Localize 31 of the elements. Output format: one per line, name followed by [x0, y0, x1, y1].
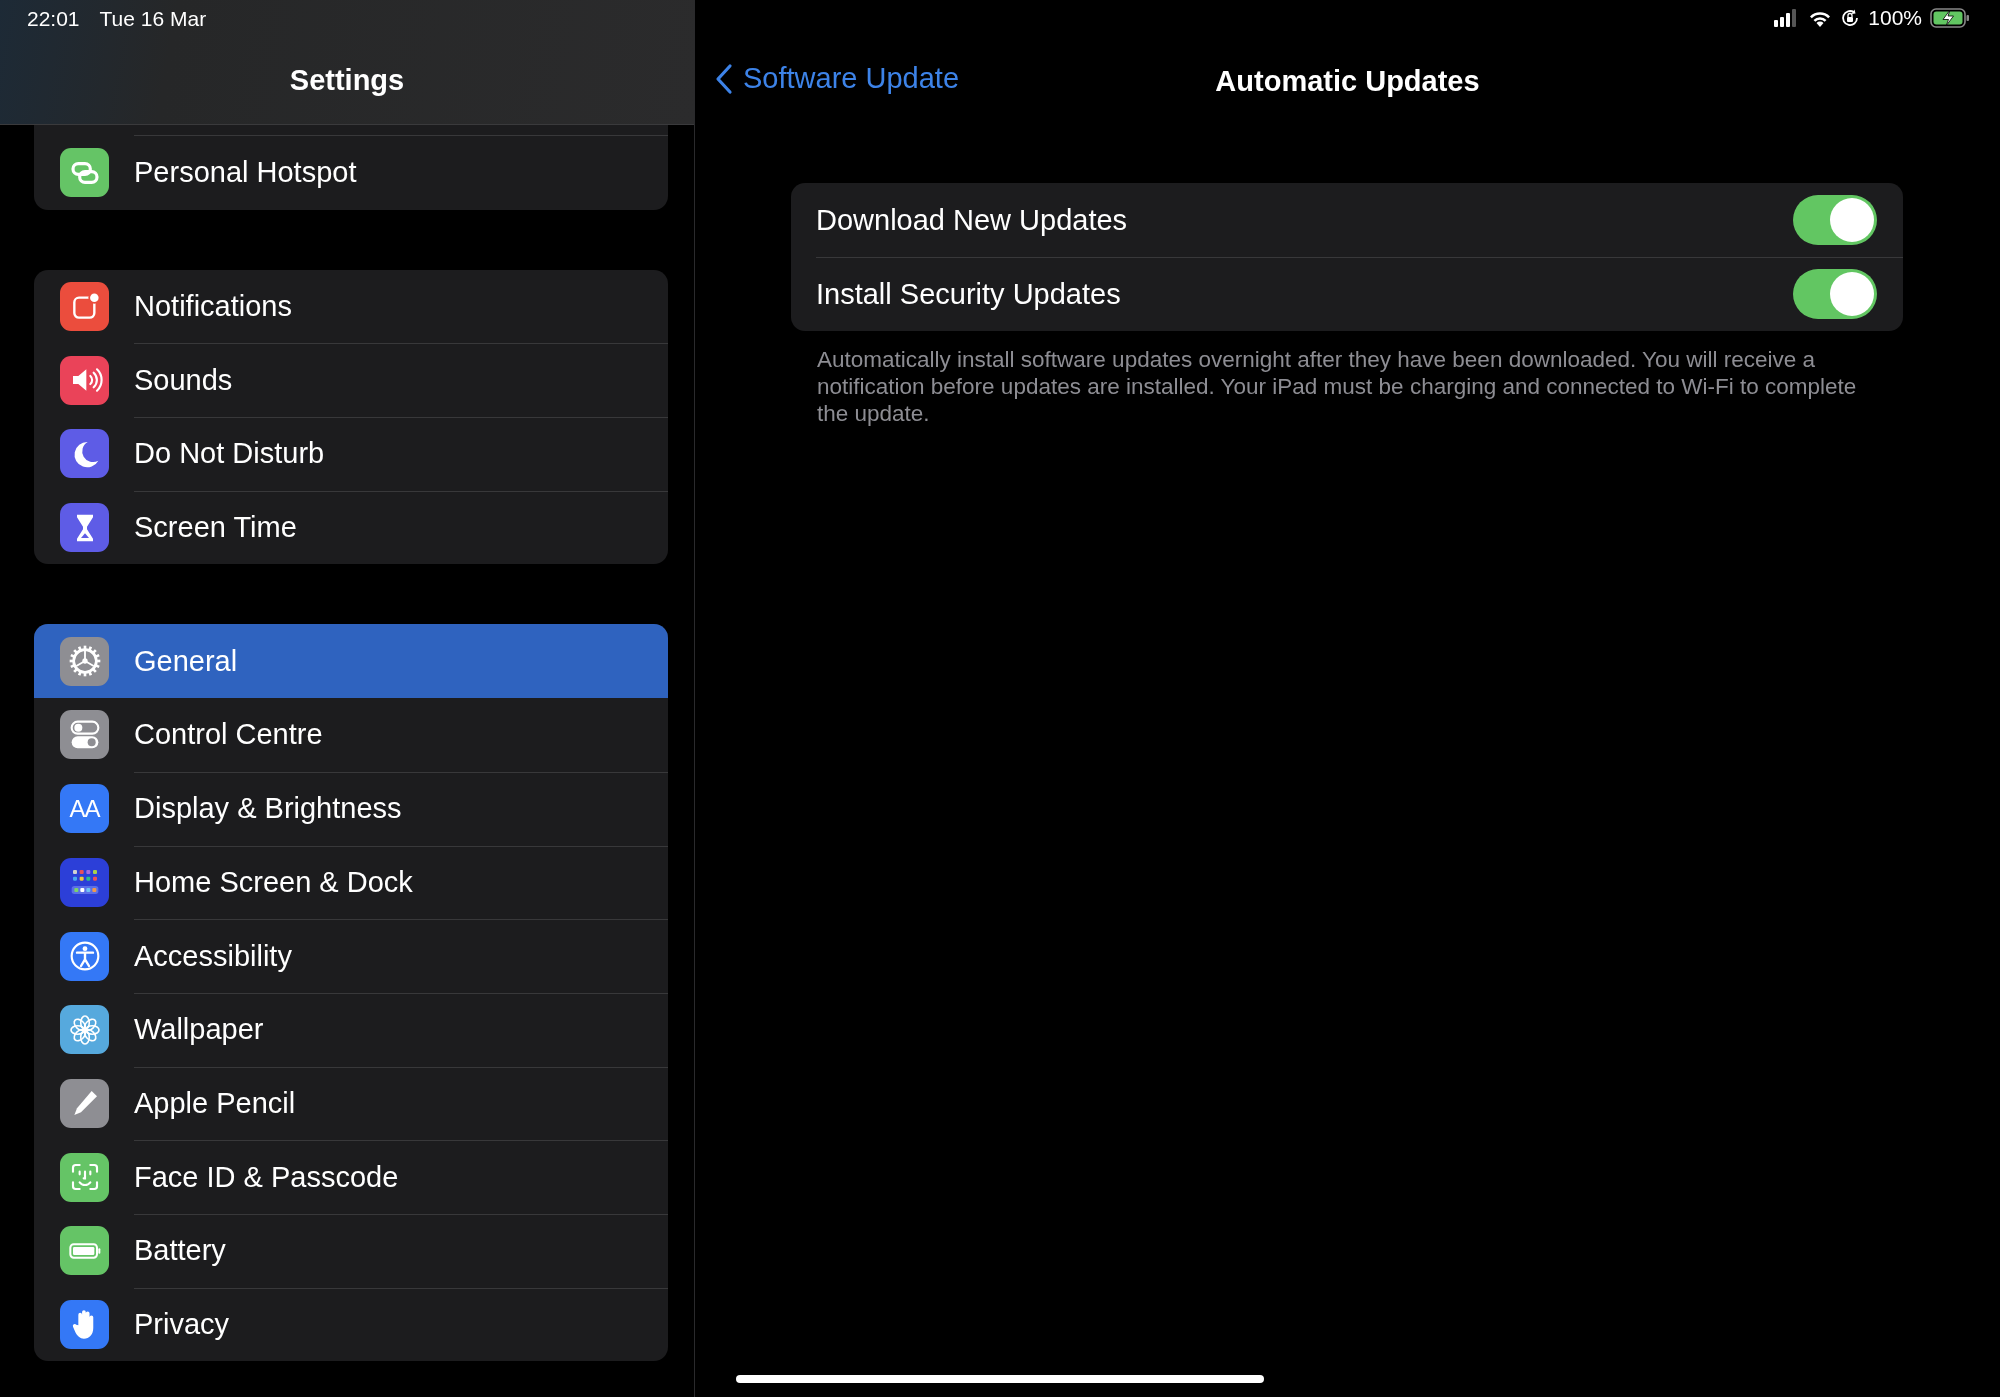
back-button[interactable]: Software Update: [715, 62, 959, 95]
setting-label: Download New Updates: [816, 203, 1128, 237]
sidebar-item[interactable]: Notifications: [34, 269, 668, 344]
status-time: 22:01: [27, 7, 80, 31]
sidebar-item[interactable]: Battery: [34, 1213, 668, 1288]
battery-percentage: 100%: [1868, 6, 1922, 30]
toggle-switch[interactable]: [1793, 195, 1877, 245]
setting-label: Install Security Updates: [816, 277, 1121, 311]
sidebar-item[interactable]: AA Display & Brightness: [34, 771, 668, 846]
battery-charging-icon: [1930, 8, 1970, 28]
rotation-lock-icon: [1840, 8, 1861, 28]
sidebar-item[interactable]: Face ID & Passcode: [34, 1140, 668, 1214]
sidebar-item[interactable]: Personal Hotspot: [34, 136, 668, 210]
sidebar-item[interactable]: Screen Time: [34, 490, 668, 565]
sidebar-item[interactable]: Wallpaper: [34, 992, 668, 1067]
sidebar-title: Settings: [289, 64, 405, 97]
letters-icon: AA: [60, 784, 109, 834]
sidebar-item[interactable]: Home Screen & Dock: [34, 845, 668, 920]
wifi-icon: [1808, 9, 1833, 27]
sidebar-item[interactable]: Do Not Disturb: [34, 417, 668, 491]
status-date: Tue 16 Mar: [99, 7, 207, 31]
sidebar-item[interactable]: Accessibility: [34, 919, 668, 993]
toggle-switch[interactable]: [1793, 269, 1877, 319]
sidebar-item[interactable]: Sounds: [34, 343, 668, 418]
page-title: Automatic Updates: [1215, 65, 1480, 98]
sidebar-item[interactable]: General: [34, 624, 668, 699]
sidebar-item[interactable]: Privacy: [34, 1287, 668, 1362]
sidebar-item[interactable]: Apple Pencil: [34, 1066, 668, 1141]
chevron-left-icon: [715, 62, 733, 95]
footer-note: Automatically install software updates overnight after they have been downloaded. You will receive a notification before updates are installed. Your iPad must be charging and connected to Wi-Fi to complete the update.: [817, 346, 1858, 427]
sidebar-item[interactable]: Control Centre: [34, 698, 668, 772]
